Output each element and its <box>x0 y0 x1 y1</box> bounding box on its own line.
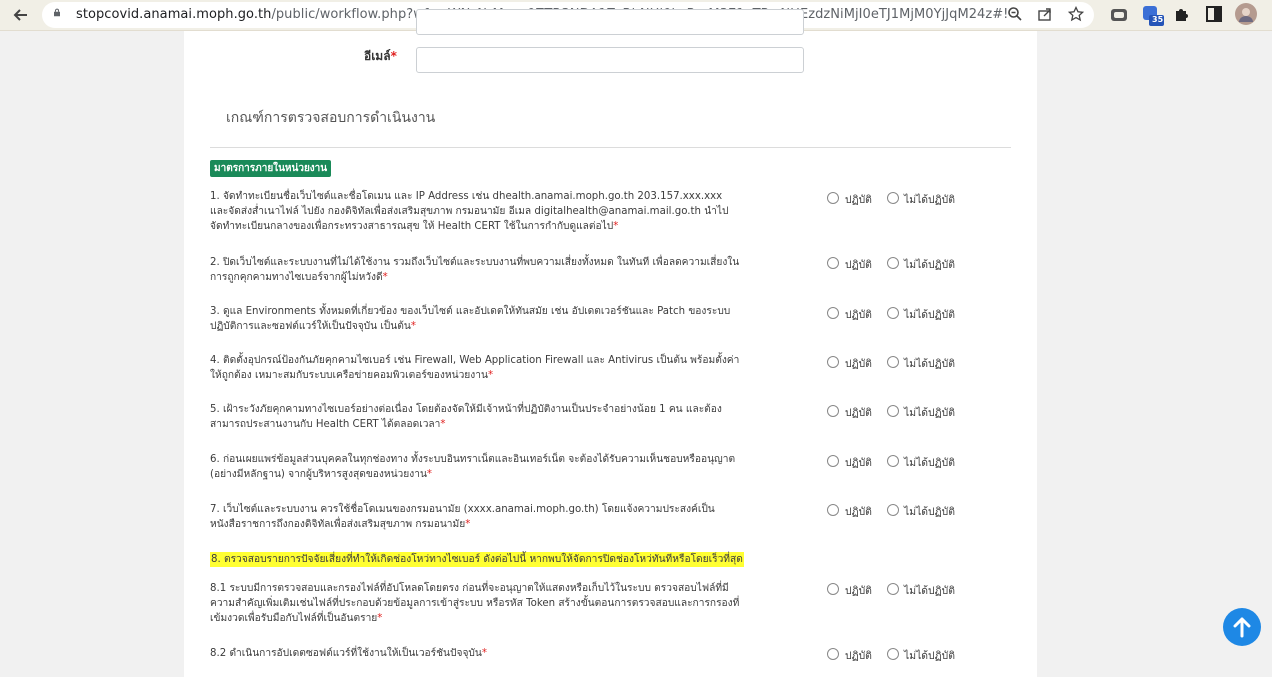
radio-not-comply[interactable] <box>887 583 899 595</box>
radio-not-comply-label[interactable]: ไม่ได้ปฏิบัติ <box>904 191 955 208</box>
radio-not-comply-label[interactable]: ไม่ได้ปฏิบัติ <box>904 355 955 372</box>
form-card: อีเมล์* เกณฑ์การตรวจสอบการดำเนินงาน มาตร… <box>184 9 1037 677</box>
radio-comply[interactable] <box>827 307 839 319</box>
page-background: อีเมล์* เกณฑ์การตรวจสอบการดำเนินงาน มาตร… <box>0 9 1272 677</box>
radio-not-comply[interactable] <box>887 356 899 368</box>
section-title: เกณฑ์การตรวจสอบการดำเนินงาน <box>226 110 436 126</box>
radio-comply-label[interactable]: ปฏิบัติ <box>845 404 872 421</box>
radio-comply[interactable] <box>827 455 839 467</box>
question-label: 8.1 ระบบมีการตรวจสอบและกรองไฟล์ที่อัปโหล… <box>210 583 740 624</box>
question-label: 4. ติดตั้งอุปกรณ์ป้องกันภัยคุกคามไซเบอร์… <box>210 355 740 381</box>
question-label: 1. จัดทำทะเบียนชื่อเว็บไซต์และชื่อโดเมน … <box>210 191 729 232</box>
arrow-up-icon <box>1233 617 1251 638</box>
question-label: 7. เว็บไซต์และระบบงาน ควรใช้ชื่อโดเมนของ… <box>210 504 715 530</box>
share-icon[interactable] <box>1036 6 1054 24</box>
radio-comply-label[interactable]: ปฏิบัติ <box>845 191 872 208</box>
radio-comply[interactable] <box>827 648 839 660</box>
required-mark: * <box>382 272 388 283</box>
required-mark: * <box>481 648 487 659</box>
radio-not-comply-label[interactable]: ไม่ได้ปฏิบัติ <box>904 454 955 471</box>
required-mark: * <box>440 419 446 430</box>
radio-not-comply[interactable] <box>887 405 899 417</box>
radio-not-comply-label[interactable]: ไม่ได้ปฏิบัติ <box>904 404 955 421</box>
radio-not-comply-label[interactable]: ไม่ได้ปฏิบัติ <box>904 256 955 273</box>
extension-icon[interactable] <box>1109 5 1129 25</box>
question-label: 3. ดูแล Environments ทั้งหมดที่เกี่ยวข้อ… <box>210 306 731 332</box>
question-text: 4. ติดตั้งอุปกรณ์ป้องกันภัยคุกคามไซเบอร์… <box>210 353 740 383</box>
question-text: 8.1 ระบบมีการตรวจสอบและกรองไฟล์ที่อัปโหล… <box>210 581 740 626</box>
radio-comply-label[interactable]: ปฏิบัติ <box>845 306 872 323</box>
radio-not-comply[interactable] <box>887 504 899 516</box>
required-mark: * <box>487 370 494 381</box>
email-field[interactable] <box>416 47 804 73</box>
email-label: อีเมล์* <box>364 47 397 66</box>
previous-input[interactable] <box>416 9 804 35</box>
section-badge: มาตรการภายในหน่วยงาน <box>210 160 332 177</box>
radio-comply[interactable] <box>827 192 839 204</box>
extension-badge-count: 35 <box>1152 15 1164 24</box>
radio-not-comply-label[interactable]: ไม่ได้ปฏิบัติ <box>904 647 955 664</box>
radio-not-comply-label[interactable]: ไม่ได้ปฏิบัติ <box>904 306 955 323</box>
radio-comply[interactable] <box>827 356 839 368</box>
question-text: 8.2 ดำเนินการอัปเดตซอฟต์แวร์ที่ใช้งานให้… <box>210 646 740 661</box>
radio-comply[interactable] <box>827 583 839 595</box>
email-label-text: อีเมล์ <box>364 49 391 63</box>
radio-not-comply[interactable] <box>887 648 899 660</box>
radio-not-comply[interactable] <box>887 307 899 319</box>
zoom-icon[interactable] <box>1006 6 1024 24</box>
required-mark: * <box>426 469 432 480</box>
radio-comply-label[interactable]: ปฏิบัติ <box>845 582 872 599</box>
url-host: stopcovid.anamai.moph.go.th <box>76 7 272 22</box>
radio-not-comply-label[interactable]: ไม่ได้ปฏิบัติ <box>904 503 955 520</box>
question-text: 2. ปิดเว็บไซต์และระบบงานที่ไม่ได้ใช้งาน … <box>210 255 740 285</box>
radio-comply[interactable] <box>827 405 839 417</box>
highlight-heading: 8. ตรวจสอบรายการปัจจัยเสี่ยงที่ทำให้เกิด… <box>210 552 744 567</box>
scroll-top-button[interactable] <box>1223 608 1261 646</box>
radio-comply[interactable] <box>827 504 839 516</box>
required-mark: * <box>465 519 471 530</box>
radio-comply-label[interactable]: ปฏิบัติ <box>845 355 872 372</box>
radio-comply-label[interactable]: ปฏิบัติ <box>845 256 872 273</box>
radio-comply-label[interactable]: ปฏิบัติ <box>845 647 872 664</box>
required-mark: * <box>390 49 397 63</box>
question-text: 7. เว็บไซต์และระบบงาน ควรใช้ชื่อโดเมนของ… <box>210 502 740 532</box>
lock-icon[interactable] <box>52 8 62 17</box>
required-mark: * <box>613 221 619 232</box>
sidebar-icon[interactable] <box>1205 5 1225 25</box>
extension-badge-icon[interactable]: 35 <box>1141 5 1164 26</box>
question-label: 8.2 ดำเนินการอัปเดตซอฟต์แวร์ที่ใช้งานให้… <box>210 648 482 659</box>
divider <box>210 147 1011 148</box>
radio-not-comply[interactable] <box>887 257 899 269</box>
puzzle-icon[interactable] <box>1173 5 1193 25</box>
radio-comply-label[interactable]: ปฏิบัติ <box>845 503 872 520</box>
back-arrow-icon[interactable] <box>10 4 32 26</box>
radio-not-comply[interactable] <box>887 455 899 467</box>
required-mark: * <box>410 321 416 332</box>
required-mark: * <box>377 613 383 624</box>
question-text: 5. เฝ้าระวังภัยคุกคามทางไซเบอร์อย่างต่อเ… <box>210 402 740 432</box>
star-icon[interactable] <box>1067 5 1085 24</box>
question-label: 5. เฝ้าระวังภัยคุกคามทางไซเบอร์อย่างต่อเ… <box>210 404 722 430</box>
avatar[interactable] <box>1235 3 1257 25</box>
radio-comply[interactable] <box>827 257 839 269</box>
radio-not-comply[interactable] <box>887 192 899 204</box>
question-label: 6. ก่อนเผยแพร่ข้อมูลส่วนบุคคลในทุกช่องทา… <box>210 454 736 480</box>
question-text: 1. จัดทำทะเบียนชื่อเว็บไซต์และชื่อโดเมน … <box>210 189 740 234</box>
question-text: 3. ดูแล Environments ทั้งหมดที่เกี่ยวข้อ… <box>210 304 740 334</box>
radio-comply-label[interactable]: ปฏิบัติ <box>845 454 872 471</box>
question-label: 2. ปิดเว็บไซต์และระบบงานที่ไม่ได้ใช้งาน … <box>210 257 740 283</box>
question-text: 6. ก่อนเผยแพร่ข้อมูลส่วนบุคคลในทุกช่องทา… <box>210 452 740 482</box>
radio-not-comply-label[interactable]: ไม่ได้ปฏิบัติ <box>904 582 955 599</box>
